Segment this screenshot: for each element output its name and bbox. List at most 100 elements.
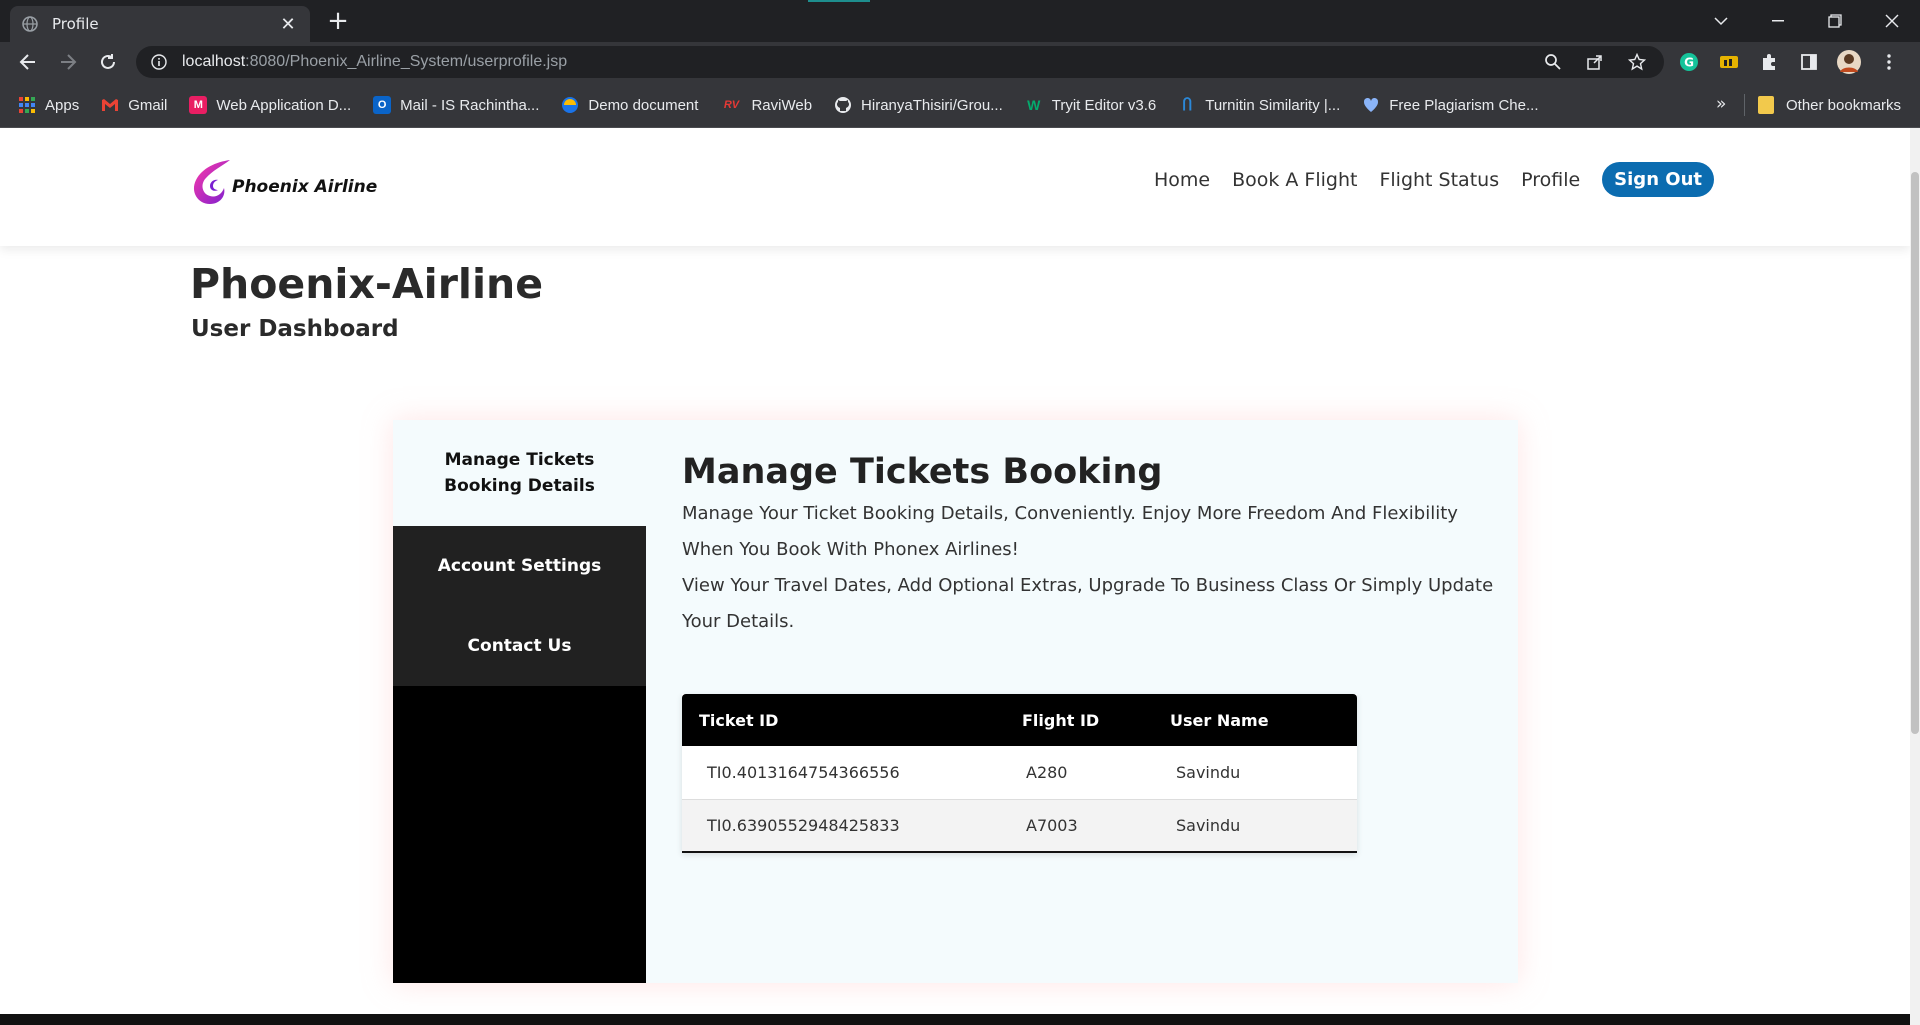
- phoenix-logo-icon: [193, 160, 230, 204]
- other-bookmarks-folder[interactable]: Other bookmarks: [1758, 82, 1901, 128]
- restore-icon[interactable]: [1806, 0, 1863, 42]
- bookmark-star-icon[interactable]: [1624, 49, 1650, 75]
- page-scrollbar[interactable]: [1910, 128, 1920, 1025]
- svg-text:G: G: [1684, 56, 1694, 70]
- browser-toolbar: localhost:8080/Phoenix_Airline_System/us…: [0, 42, 1920, 82]
- bookmark-tryit-editor[interactable]: W Tryit Editor v3.6: [1025, 96, 1156, 114]
- bookmark-label: Tryit Editor v3.6: [1051, 96, 1157, 114]
- column-header-ticket-id: Ticket ID: [682, 694, 1022, 746]
- nav-book-a-flight[interactable]: Book A Flight: [1232, 169, 1357, 191]
- browser-tab-strip: Profile ✕ +: [0, 0, 1920, 42]
- extensions-puzzle-icon[interactable]: [1756, 49, 1782, 75]
- doc-icon: [561, 96, 579, 114]
- user-name-cell: Savindu: [1170, 799, 1357, 853]
- grammarly-icon[interactable]: G: [1676, 49, 1702, 75]
- ticket-id-cell: TI0.4013164754366556: [682, 746, 1022, 800]
- footer-edge: [0, 1014, 1910, 1025]
- bookmark-outlook-mail[interactable]: O Mail - IS Rachintha...: [373, 96, 539, 114]
- page-subtitle: User Dashboard: [191, 316, 399, 342]
- extension-yellow-icon[interactable]: [1716, 49, 1742, 75]
- bookmarks-overflow-chevron[interactable]: »: [1716, 94, 1726, 114]
- nav-home[interactable]: Home: [1154, 169, 1210, 191]
- description-paragraph-1: Manage Your Ticket Booking Details, Conv…: [682, 503, 1458, 560]
- browser-menu-icon[interactable]: [1876, 49, 1902, 75]
- bookmark-label: HiranyaThisiri/Grou...: [861, 96, 1003, 114]
- flight-id-cell: A7003: [1022, 799, 1170, 853]
- description-paragraph-2: View Your Travel Dates, Add Optional Ext…: [682, 575, 1494, 632]
- globe-icon: [22, 16, 38, 32]
- reload-icon[interactable]: [94, 48, 122, 76]
- profile-avatar-icon[interactable]: [1836, 49, 1862, 75]
- bookmark-label: Apps: [45, 96, 80, 114]
- bookmark-demo-document[interactable]: Demo document: [561, 96, 698, 114]
- page-title: Phoenix-Airline: [190, 260, 544, 308]
- url-path: :8080/Phoenix_Airline_System/userprofile…: [245, 53, 568, 70]
- ticket-id-cell: TI0.6390552948425833: [682, 799, 1022, 853]
- table-header-row: Ticket ID Flight ID User Name: [682, 694, 1357, 746]
- new-tab-icon[interactable]: +: [324, 8, 352, 36]
- section-description: Manage Your Ticket Booking Details, Conv…: [682, 496, 1497, 640]
- share-icon[interactable]: [1582, 49, 1608, 75]
- table-row[interactable]: TI0.6390552948425833 A7003 Savindu: [682, 799, 1357, 853]
- outlook-icon: O: [373, 96, 392, 114]
- bookmarks-list: Apps Gmail M Web Application D... O Mail…: [18, 82, 1560, 128]
- bookmark-label: Web Application D...: [216, 96, 352, 114]
- bookmark-raviweb[interactable]: RV RaviWeb: [720, 96, 812, 114]
- dashboard-sidebar: Manage Tickets Booking Details Account S…: [393, 420, 646, 983]
- minimize-icon[interactable]: [1749, 0, 1806, 42]
- url-host: localhost: [182, 53, 246, 70]
- tickets-table: Ticket ID Flight ID User Name TI0.401316…: [682, 694, 1357, 853]
- window-controls: [1692, 0, 1920, 42]
- site-header: Phoenix Airline Home Book A Flight Fligh…: [0, 128, 1910, 246]
- nav-flight-status[interactable]: Flight Status: [1379, 169, 1499, 191]
- w3-icon: W: [1027, 97, 1041, 113]
- apps-grid-icon: [18, 96, 36, 114]
- bookmark-turnitin[interactable]: Ⴖ Turnitin Similarity |...: [1178, 96, 1341, 115]
- bookmark-gmail[interactable]: Gmail: [101, 96, 167, 114]
- close-window-icon[interactable]: [1863, 0, 1920, 42]
- column-header-user-name: User Name: [1170, 694, 1357, 746]
- github-icon: [834, 96, 852, 114]
- sidebar-item-account-settings[interactable]: Account Settings: [393, 526, 646, 606]
- site-info-icon[interactable]: [150, 53, 168, 71]
- forward-arrow-icon[interactable]: [54, 48, 82, 76]
- scrollbar-thumb[interactable]: [1911, 172, 1919, 734]
- tab-search-chevron-icon[interactable]: [1692, 0, 1749, 42]
- plagiarism-icon: [1362, 96, 1380, 114]
- back-arrow-icon[interactable]: [14, 48, 42, 76]
- bookmark-github[interactable]: HiranyaThisiri/Grou...: [834, 96, 1003, 114]
- bookmarks-divider: [1744, 94, 1745, 116]
- close-tab-icon[interactable]: ✕: [278, 14, 298, 35]
- browser-tab-profile[interactable]: Profile ✕: [10, 6, 310, 42]
- bookmark-label: Free Plagiarism Che...: [1389, 96, 1539, 114]
- rv-icon: RV: [723, 99, 740, 111]
- other-bookmarks-label: Other bookmarks: [1786, 96, 1902, 114]
- sign-out-button[interactable]: Sign Out: [1602, 162, 1714, 197]
- tab-title: Profile: [52, 15, 99, 33]
- dashboard-panel: Manage Tickets Booking Details Account S…: [393, 420, 1518, 983]
- nav-profile[interactable]: Profile: [1521, 169, 1580, 191]
- turnitin-icon: Ⴖ: [1182, 97, 1192, 114]
- sidebar-item-contact-us[interactable]: Contact Us: [393, 606, 646, 686]
- section-title: Manage Tickets Booking: [682, 452, 1163, 492]
- bookmark-label: Gmail: [128, 96, 168, 114]
- page-viewport: Phoenix Airline Home Book A Flight Fligh…: [0, 128, 1920, 1025]
- bookmark-label: RaviWeb: [751, 96, 813, 114]
- user-name-cell: Savindu: [1170, 746, 1357, 800]
- table-row[interactable]: TI0.4013164754366556 A280 Savindu: [682, 746, 1357, 800]
- bookmark-web-application[interactable]: M Web Application D...: [189, 96, 351, 114]
- side-panel-icon[interactable]: [1796, 49, 1822, 75]
- bookmark-label: Demo document: [588, 96, 699, 114]
- bookmark-label: Mail - IS Rachintha...: [400, 96, 540, 114]
- main-navigation: Home Book A Flight Flight Status Profile…: [1132, 162, 1714, 197]
- sidebar-item-manage-tickets[interactable]: Manage Tickets Booking Details: [393, 420, 646, 526]
- bookmark-apps[interactable]: Apps: [18, 96, 79, 114]
- bookmarks-bar: Apps Gmail M Web Application D... O Mail…: [0, 82, 1920, 128]
- flight-id-cell: A280: [1022, 746, 1170, 800]
- bookmark-plagiarism-checker[interactable]: Free Plagiarism Che...: [1362, 96, 1538, 114]
- zoom-icon[interactable]: [1540, 49, 1566, 75]
- gmail-icon: [101, 96, 119, 114]
- address-bar[interactable]: localhost:8080/Phoenix_Airline_System/us…: [136, 46, 1664, 78]
- site-logo[interactable]: Phoenix Airline: [190, 156, 377, 208]
- logo-text: Phoenix Airline: [232, 177, 378, 197]
